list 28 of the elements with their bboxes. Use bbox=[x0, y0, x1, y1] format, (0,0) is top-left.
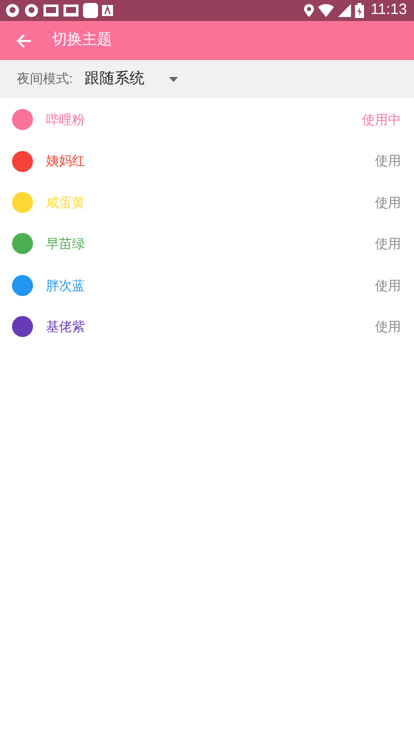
notification-icon bbox=[24, 3, 39, 18]
news-icon bbox=[43, 4, 59, 17]
use-theme-button[interactable]: 使用 bbox=[375, 234, 401, 254]
news-icon bbox=[63, 4, 79, 17]
app-icon bbox=[83, 3, 98, 18]
battery-icon bbox=[354, 3, 364, 18]
theme-name: 咸蛋黄 bbox=[46, 194, 86, 212]
use-theme-button[interactable]: 使用 bbox=[375, 192, 401, 212]
location-icon bbox=[304, 4, 314, 17]
back-arrow-icon bbox=[16, 32, 32, 48]
theme-name: 姨妈红 bbox=[46, 152, 86, 170]
night-mode-label: 夜间模式: bbox=[17, 70, 73, 88]
theme-name: 胖次蓝 bbox=[46, 276, 86, 294]
theme-name: 早苗绿 bbox=[46, 235, 86, 254]
clock: 11:13 bbox=[370, 0, 407, 20]
use-theme-button[interactable]: 使用 bbox=[375, 151, 401, 171]
use-theme-button[interactable]: 使用 bbox=[375, 316, 401, 336]
use-theme-button[interactable]: 使用 bbox=[375, 276, 401, 295]
wifi-icon bbox=[318, 4, 334, 17]
theme-name: 基佬紫 bbox=[46, 318, 86, 336]
signal-icon bbox=[338, 4, 351, 17]
night-mode-dropdown[interactable]: 跟随系统 bbox=[84, 68, 178, 90]
screen-title: 切换主题 bbox=[52, 30, 112, 50]
theme-name: 哔哩粉 bbox=[46, 110, 86, 129]
app-icon bbox=[102, 5, 113, 16]
dropdown-arrow-icon bbox=[168, 76, 178, 82]
use-theme-button[interactable]: 使用中 bbox=[362, 110, 401, 130]
notification-icon bbox=[5, 3, 20, 18]
